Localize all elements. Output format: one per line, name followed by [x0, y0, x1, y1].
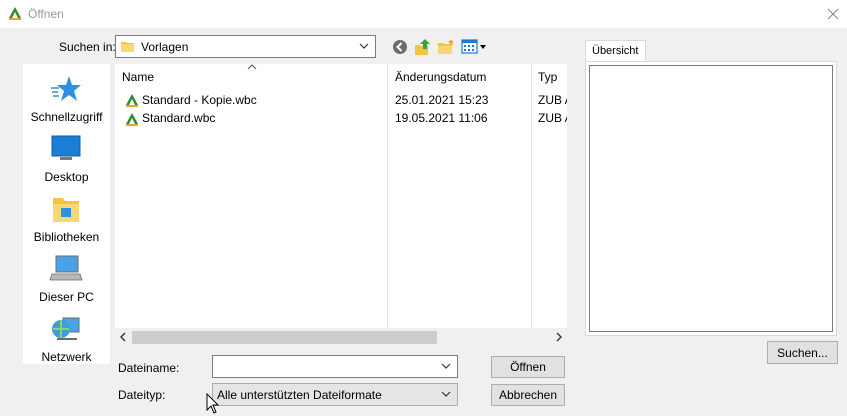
places-bar: Schnellzugriff Desktop Bibliotheken Dies…: [23, 64, 110, 364]
new-folder-button[interactable]: [436, 37, 456, 57]
window-title: Öffnen: [28, 7, 64, 21]
new-folder-icon: [438, 39, 454, 54]
scrollbar-thumb[interactable]: [132, 331, 437, 344]
close-button[interactable]: [820, 2, 846, 26]
network-icon: [52, 317, 80, 340]
folder-icon: [121, 42, 134, 52]
view-menu-button[interactable]: [460, 37, 488, 57]
back-button[interactable]: [390, 37, 410, 57]
column-header-type[interactable]: Typ: [538, 70, 557, 84]
file-list[interactable]: Name Änderungsdatum Typ Standard - Kopie…: [115, 64, 567, 347]
place-quick-access[interactable]: Schnellzugriff: [23, 74, 110, 132]
filetype-label: Dateityp:: [118, 388, 166, 402]
preview-area: [589, 65, 833, 332]
file-type: ZUB A: [538, 111, 567, 125]
search-button[interactable]: Suchen...: [767, 341, 838, 364]
scroll-right-icon[interactable]: [554, 332, 564, 342]
preview-panel: [585, 61, 837, 336]
place-desktop[interactable]: Desktop: [23, 134, 110, 192]
title-bar: Öffnen: [0, 0, 847, 28]
filename-label: Dateiname:: [118, 361, 180, 375]
scroll-left-icon[interactable]: [118, 332, 128, 342]
place-network[interactable]: Netzwerk: [23, 314, 110, 372]
open-button[interactable]: Öffnen: [491, 356, 565, 378]
sort-ascending-icon: [247, 64, 257, 70]
close-icon: [827, 8, 839, 20]
filename-input[interactable]: [212, 355, 458, 378]
wbc-file-icon: [126, 113, 138, 126]
horizontal-scrollbar[interactable]: [115, 328, 567, 347]
tab-overview[interactable]: Übersicht: [585, 40, 646, 62]
table-row[interactable]: Standard - Kopie.wbc 25.01.2021 15:23 ZU…: [115, 90, 567, 110]
place-label: Dieser PC: [39, 290, 94, 304]
filetype-dropdown[interactable]: Alle unterstützten Dateiformate: [212, 383, 458, 406]
back-arrow-icon: [393, 40, 407, 54]
chevron-down-icon: [359, 43, 369, 49]
place-label: Schnellzugriff: [30, 110, 103, 124]
filetype-value: Alle unterstützten Dateiformate: [217, 388, 382, 402]
this-pc-icon: [49, 255, 83, 281]
cancel-button[interactable]: Abbrechen: [491, 384, 565, 406]
look-in-label: Suchen in:: [59, 40, 116, 54]
column-header-date[interactable]: Änderungsdatum: [395, 70, 486, 84]
app-logo-icon: [9, 7, 21, 20]
place-label: Netzwerk: [41, 350, 92, 364]
place-label: Bibliotheken: [33, 230, 100, 244]
libraries-icon: [53, 198, 79, 222]
wbc-file-icon: [126, 94, 138, 107]
place-label: Desktop: [44, 170, 89, 184]
file-name: Standard.wbc: [142, 111, 216, 125]
up-folder-button[interactable]: [413, 37, 433, 57]
look-in-value: Vorlagen: [141, 40, 189, 54]
view-details-icon: [461, 39, 486, 54]
mouse-cursor-icon: [206, 393, 220, 414]
star-icon: [51, 76, 81, 101]
file-type: ZUB A: [538, 93, 567, 107]
file-name: Standard - Kopie.wbc: [142, 93, 257, 107]
column-header-name[interactable]: Name: [122, 70, 154, 84]
place-libraries[interactable]: Bibliotheken: [23, 194, 110, 252]
file-date: 19.05.2021 11:06: [395, 111, 488, 125]
place-this-pc[interactable]: Dieser PC: [23, 254, 110, 312]
desktop-icon: [51, 135, 81, 160]
chevron-down-icon: [441, 363, 451, 369]
table-row[interactable]: Standard.wbc 19.05.2021 11:06 ZUB A: [115, 110, 567, 130]
chevron-down-icon: [441, 391, 451, 397]
look-in-dropdown[interactable]: Vorlagen: [115, 35, 376, 58]
up-folder-icon: [415, 39, 430, 55]
file-date: 25.01.2021 15:23: [395, 93, 489, 107]
